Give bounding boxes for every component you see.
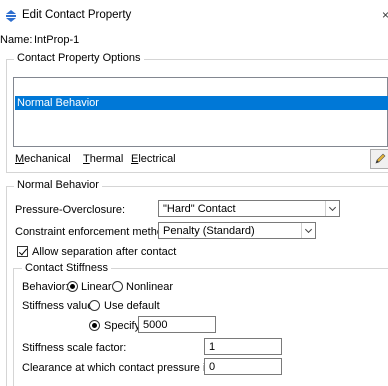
contact-property-options-label: Contact Property Options — [14, 52, 144, 64]
name-value: IntProp-1 — [34, 34, 80, 46]
normal-behavior-label: Normal Behavior — [14, 179, 102, 191]
menu-electrical[interactable]: Electrical — [131, 153, 176, 165]
use-default-label: Use default — [104, 300, 160, 312]
clearance-input[interactable]: 0 — [204, 358, 282, 375]
edit-button[interactable] — [370, 149, 388, 169]
stiffness-value-label: Stiffness value: — [22, 300, 97, 312]
use-default-radio[interactable] — [89, 300, 100, 311]
pressure-overclosure-label: Pressure-Overclosure: — [15, 204, 126, 216]
name-label: Name: — [0, 34, 33, 46]
scale-factor-label: Stiffness scale factor: — [22, 342, 127, 354]
constraint-method-select[interactable]: Penalty (Standard) — [158, 222, 316, 239]
behavior-label: Behavior: — [22, 281, 69, 293]
list-item-normal-behavior[interactable]: Normal Behavior — [15, 96, 388, 110]
scale-factor-input[interactable]: 1 — [204, 338, 282, 355]
pressure-overclosure-select[interactable]: "Hard" Contact — [158, 200, 340, 217]
nonlinear-label: Nonlinear — [126, 281, 174, 293]
window-title: Edit Contact Property — [22, 9, 132, 21]
linear-label: Linear — [81, 281, 112, 293]
allow-separation-checkbox[interactable] — [17, 246, 28, 257]
title-bar: Edit Contact Property × — [0, 0, 388, 30]
close-icon[interactable]: × — [382, 8, 388, 22]
nonlinear-radio[interactable] — [112, 281, 123, 292]
specify-radio[interactable] — [89, 320, 100, 331]
chevron-down-icon[interactable] — [301, 223, 315, 238]
contact-property-options-list[interactable]: Normal Behavior — [13, 77, 388, 147]
stiffness-value-input[interactable]: 5000 — [138, 316, 216, 333]
chevron-down-icon[interactable] — [325, 201, 339, 216]
constraint-method-label: Constraint enforcement method: — [15, 226, 173, 238]
menu-thermal[interactable]: Thermal — [83, 153, 123, 165]
linear-radio[interactable] — [67, 281, 78, 292]
pencil-icon — [375, 153, 386, 164]
allow-separation-label: Allow separation after contact — [32, 246, 177, 258]
contact-property-icon — [6, 10, 16, 22]
contact-stiffness-label: Contact Stiffness — [22, 262, 111, 274]
menu-mechanical[interactable]: Mechanical — [15, 153, 71, 165]
